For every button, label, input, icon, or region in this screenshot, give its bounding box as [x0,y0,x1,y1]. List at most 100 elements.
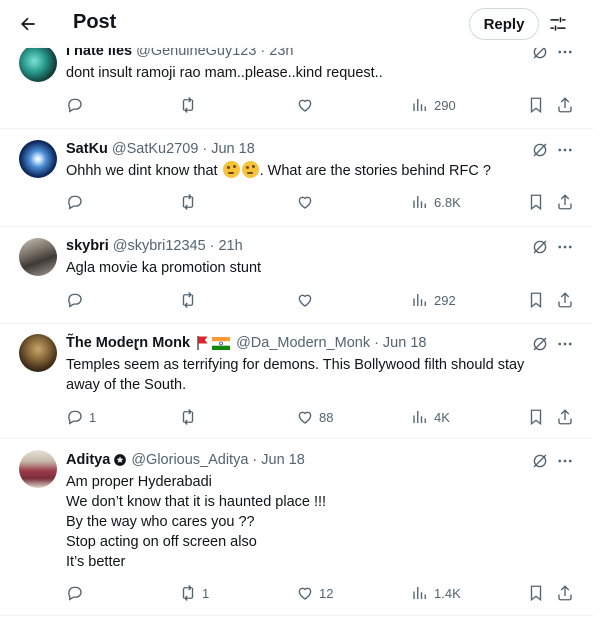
bookmark-icon [530,409,542,426]
repost-action[interactable] [179,192,202,212]
author-name[interactable]: skybri [66,238,109,254]
post-time[interactable]: 21h [218,238,242,254]
reply-action[interactable] [66,290,89,310]
share-action[interactable] [556,95,574,115]
author-name[interactable]: T̃he Modeɽn Monk [66,335,190,351]
back-button[interactable] [16,12,40,36]
reply-count: 1 [89,409,97,425]
view-count: 1.4K [434,585,461,601]
avatar[interactable] [19,334,57,372]
bookmark-action[interactable] [527,407,545,427]
views-action[interactable]: 1.4K [411,583,461,603]
views-action[interactable]: 292 [411,290,456,310]
repost-icon [182,97,194,113]
share-icon [558,585,572,601]
comment-icon [68,410,82,425]
reply-action[interactable]: 1 [66,407,96,427]
like-action[interactable] [296,192,319,212]
share-icon [558,194,572,210]
views-action[interactable]: 6.8K [411,192,461,212]
like-action[interactable] [296,290,319,310]
view-count: 290 [434,97,456,113]
like-count: 12 [319,585,334,601]
post-text-line: We don’t know that it is haunted place !… [66,494,327,510]
grok-icon[interactable] [531,238,549,256]
author-handle[interactable]: @Da_Modern_Monk [236,335,370,351]
like-action[interactable]: 88 [296,407,333,427]
bookmark-action[interactable] [527,583,545,603]
avatar[interactable] [19,450,57,488]
avatar[interactable] [19,238,57,276]
share-action[interactable] [556,407,574,427]
share-icon [558,409,572,425]
reply-post[interactable]: T̃he Modeɽn Monk @Da_Modern_Monk · Jun 1… [0,324,593,439]
more-icon[interactable] [556,452,574,470]
author-handle[interactable]: @skybri12345 [113,238,206,254]
post-text-line: Agla movie ka promotion stunt [66,260,262,276]
post-text-line: Stop acting on off screen also [66,534,257,550]
page-title: Post [73,11,117,33]
repost-action[interactable] [179,95,202,115]
like-action[interactable] [296,95,319,115]
repost-count: 1 [202,585,210,601]
reply-action[interactable] [66,95,89,115]
reply-action[interactable] [66,192,89,212]
author-name[interactable]: Aditya [66,452,110,468]
separator-dot: · [209,238,215,254]
author-handle[interactable]: @SatKu2709 [112,141,198,157]
bar-chart-icon [413,294,426,306]
repost-action[interactable] [179,290,202,310]
more-icon[interactable] [556,335,574,353]
author-name[interactable]: SatKu [66,141,108,157]
bookmark-action[interactable] [527,290,545,310]
reply-post[interactable]: SatKu @SatKu2709 · Jun 18 Ohhh we dint k… [0,129,593,227]
share-action[interactable] [556,192,574,212]
post-text: Temples seem as terrifying for demons. T… [66,355,566,395]
author-handle[interactable]: @Glorious_Aditya [131,452,248,468]
bookmark-icon [530,292,542,309]
post-meta: T̃he Modeɽn Monk @Da_Modern_Monk · Jun 1… [66,335,426,351]
reply-post[interactable]: skybri @skybri12345 · 21h Agla movie ka … [0,227,593,324]
red-flag-icon [197,336,208,350]
bookmark-action[interactable] [527,95,545,115]
reply-button[interactable]: Reply [469,8,539,40]
views-action[interactable]: 4K [411,407,450,427]
share-action[interactable] [556,290,574,310]
post-meta: SatKu @SatKu2709 · Jun 18 [66,141,255,157]
reply-post[interactable]: Aditya @Glorious_Aditya · Jun 18 Am prop… [0,439,593,616]
avatar[interactable] [19,44,57,82]
view-count: 6.8K [434,194,461,210]
bar-chart-icon [413,411,426,423]
reply-action[interactable] [66,583,89,603]
post-text: dont insult ramoji rao mam..please..kind… [66,63,566,83]
comment-icon [68,98,82,113]
bookmark-icon [530,585,542,602]
repost-icon [182,409,194,425]
separator-dot: · [202,141,208,157]
views-action[interactable]: 290 [411,95,456,115]
repost-icon [182,585,194,601]
post-time[interactable]: Jun 18 [211,141,255,157]
like-action[interactable]: 12 [296,583,333,603]
grok-icon[interactable] [531,335,549,353]
avatar[interactable] [19,140,57,178]
post-meta: Aditya @Glorious_Aditya · Jun 18 [66,452,305,468]
grok-icon[interactable] [531,141,549,159]
bar-chart-icon [413,196,426,208]
thinking-face-icon [241,161,259,178]
post-text: Am proper Hyderabadi We don’t know that … [66,472,566,572]
post-text-line: away of the South. [66,377,187,393]
bookmark-icon [530,194,542,211]
grok-icon[interactable] [531,452,549,470]
repost-action[interactable] [179,407,202,427]
share-action[interactable] [556,583,574,603]
arrow-left-icon [21,17,35,31]
repost-icon [182,292,194,308]
more-icon[interactable] [556,141,574,159]
post-time[interactable]: Jun 18 [261,452,305,468]
filter-button[interactable] [546,12,570,36]
post-time[interactable]: Jun 18 [383,335,427,351]
repost-action[interactable]: 1 [179,583,209,603]
more-icon[interactable] [556,238,574,256]
bookmark-action[interactable] [527,192,545,212]
